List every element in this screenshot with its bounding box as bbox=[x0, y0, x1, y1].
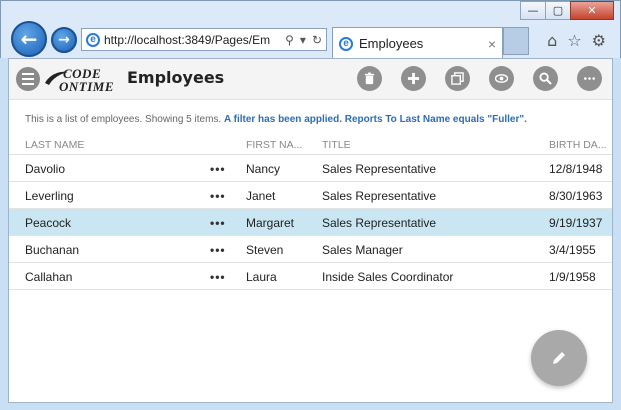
hamburger-icon bbox=[22, 73, 34, 75]
ie-logo-icon: e bbox=[339, 36, 353, 51]
cell-title: Sales Representative bbox=[322, 216, 437, 230]
row-menu-icon[interactable]: ••• bbox=[210, 243, 226, 257]
cell-first-name: Nancy bbox=[246, 162, 281, 176]
address-url[interactable]: http://localhost:3849/Pages/Em bbox=[104, 33, 281, 47]
cell-birth-date: 8/30/1963 bbox=[549, 189, 603, 203]
add-icon bbox=[407, 72, 420, 85]
row-menu-icon[interactable]: ••• bbox=[210, 162, 226, 176]
arrow-right-icon: → bbox=[58, 32, 70, 48]
employees-grid: LAST NAME FIRST NA... TITLE BIRTH DA... … bbox=[9, 137, 612, 290]
tab-title: Employees bbox=[359, 36, 424, 51]
refresh-icon[interactable]: ↻ bbox=[312, 33, 322, 47]
column-header-title[interactable]: TITLE bbox=[322, 139, 351, 151]
row-menu-icon[interactable]: ••• bbox=[210, 189, 226, 203]
browser-tab-employees[interactable]: e Employees × bbox=[332, 27, 503, 59]
cell-first-name: Laura bbox=[246, 270, 277, 284]
search-icon bbox=[539, 72, 552, 85]
favorites-star-icon[interactable]: ☆ bbox=[567, 31, 581, 50]
close-window-button[interactable]: ✕ bbox=[570, 1, 614, 20]
page-content: CODE ONTIME Employees This is a list of … bbox=[8, 58, 613, 403]
cell-first-name: Steven bbox=[246, 243, 284, 257]
home-icon[interactable]: ⌂ bbox=[547, 31, 557, 50]
cell-first-name: Margaret bbox=[246, 216, 295, 230]
copy-icon bbox=[451, 72, 464, 85]
cell-title: Sales Manager bbox=[322, 243, 403, 257]
search-button[interactable] bbox=[533, 66, 558, 91]
cell-birth-date: 9/19/1937 bbox=[549, 216, 603, 230]
column-header-last-name[interactable]: LAST NAME bbox=[25, 139, 84, 151]
cell-title: Sales Representative bbox=[322, 162, 437, 176]
info-bar: This is a list of employees. Showing 5 i… bbox=[25, 114, 527, 125]
menu-button[interactable] bbox=[16, 67, 40, 91]
table-row[interactable]: Buchanan ••• Steven Sales Manager 3/4/19… bbox=[9, 236, 612, 263]
info-text: This is a list of employees. Showing 5 i… bbox=[25, 114, 224, 125]
cell-title: Sales Representative bbox=[322, 189, 437, 203]
page-title: Employees bbox=[127, 68, 225, 87]
grid-header: LAST NAME FIRST NA... TITLE BIRTH DA... bbox=[9, 137, 612, 155]
browser-chrome: — ▢ ✕ ← → e http://localhost:3849/Pages/… bbox=[0, 0, 621, 59]
cell-birth-date: 3/4/1955 bbox=[549, 243, 596, 257]
action-buttons bbox=[357, 66, 602, 91]
arrow-left-icon: ← bbox=[20, 27, 38, 51]
more-button[interactable] bbox=[577, 66, 602, 91]
chevron-down-icon[interactable]: ▾ bbox=[300, 33, 306, 47]
table-row[interactable]: Davolio ••• Nancy Sales Representative 1… bbox=[9, 155, 612, 182]
pencil-icon bbox=[553, 352, 565, 364]
column-header-first-name[interactable]: FIRST NA... bbox=[246, 139, 302, 151]
code-ontime-logo: CODE ONTIME bbox=[43, 66, 114, 94]
back-button[interactable]: ← bbox=[11, 21, 47, 57]
cell-last-name: Callahan bbox=[25, 270, 73, 284]
table-row[interactable]: Leverling ••• Janet Sales Representative… bbox=[9, 182, 612, 209]
view-button[interactable] bbox=[489, 66, 514, 91]
cell-first-name: Janet bbox=[246, 189, 276, 203]
table-row[interactable]: Callahan ••• Laura Inside Sales Coordina… bbox=[9, 263, 612, 290]
cell-birth-date: 1/9/1958 bbox=[549, 270, 596, 284]
more-icon bbox=[584, 77, 595, 80]
forward-button[interactable]: → bbox=[51, 27, 77, 53]
filter-description-link[interactable]: A filter has been applied. Reports To La… bbox=[224, 114, 527, 125]
add-button[interactable] bbox=[401, 66, 426, 91]
table-row-selected[interactable]: Peacock ••• Margaret Sales Representativ… bbox=[9, 209, 612, 236]
delete-button[interactable] bbox=[357, 66, 382, 91]
cell-last-name: Davolio bbox=[25, 162, 66, 176]
column-header-birth-date[interactable]: BIRTH DA... bbox=[549, 139, 607, 151]
cell-birth-date: 12/8/1948 bbox=[549, 162, 603, 176]
cell-title: Inside Sales Coordinator bbox=[322, 270, 454, 284]
close-tab-icon[interactable]: × bbox=[488, 36, 496, 52]
row-menu-icon[interactable]: ••• bbox=[210, 270, 226, 284]
window-controls: — ▢ ✕ bbox=[520, 1, 614, 20]
cell-last-name: Peacock bbox=[25, 216, 72, 230]
edit-floating-button[interactable] bbox=[531, 330, 587, 386]
row-menu-icon[interactable]: ••• bbox=[210, 216, 226, 230]
maximize-button[interactable]: ▢ bbox=[545, 1, 571, 20]
minimize-button[interactable]: — bbox=[520, 1, 546, 20]
settings-gear-icon[interactable]: ⚙ bbox=[592, 31, 606, 50]
duplicate-button[interactable] bbox=[445, 66, 470, 91]
app-toolbar: CODE ONTIME Employees bbox=[9, 59, 612, 100]
ie-logo-icon: e bbox=[86, 32, 100, 47]
new-tab-button[interactable] bbox=[503, 27, 529, 55]
address-bar[interactable]: e http://localhost:3849/Pages/Em ⚲ ▾ ↻ bbox=[81, 28, 327, 51]
search-icon[interactable]: ⚲ bbox=[285, 33, 294, 47]
cell-last-name: Buchanan bbox=[25, 243, 80, 257]
trash-icon bbox=[364, 72, 375, 85]
cell-last-name: Leverling bbox=[25, 189, 74, 203]
view-icon bbox=[495, 74, 508, 83]
